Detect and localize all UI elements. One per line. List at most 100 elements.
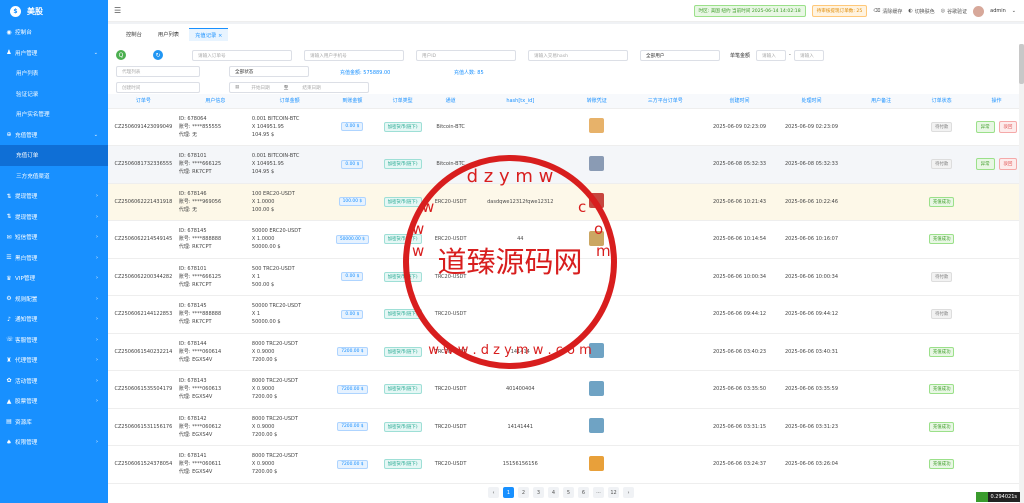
tab-recharge-records[interactable]: 充值记录 × [189, 27, 229, 41]
sidebar-item-8[interactable]: ⇅ 提现管理 › [0, 186, 108, 207]
chevron-down-icon[interactable]: ⌄ [1012, 8, 1016, 14]
reject-button[interactable]: 驳回 [998, 158, 1018, 171]
sidebar-item-10[interactable]: ✉ 短信管理 › [0, 227, 108, 248]
transfer-proof-image[interactable] [589, 418, 605, 434]
time-type-select[interactable]: 创建时间 [116, 82, 200, 93]
chevron-icon: › [96, 439, 98, 446]
date-range-picker[interactable]: ▦ 开始日期 至 结束日期 [229, 82, 369, 93]
order-rate: X 0.9000 [251, 386, 275, 393]
transfer-proof-image[interactable] [589, 118, 605, 134]
table-body: CZ2506091423099049 ID: 678064 账号: ****8555… [108, 108, 1024, 484]
hash-input[interactable]: 请输入交易hash [528, 50, 628, 61]
sidebar-item-11[interactable]: ☰ 黑白管理 › [0, 248, 108, 269]
sidebar-item-5[interactable]: ⊕ 充值管理 ⌄ [0, 125, 108, 146]
chevron-icon: › [96, 295, 98, 302]
sidebar-item-2[interactable]: 用户列表 [0, 63, 108, 84]
transfer-proof-image[interactable] [589, 343, 605, 359]
sidebar-item-17[interactable]: ✿ 活动管理 › [0, 371, 108, 392]
sidebar-item-14[interactable]: ♪ 通知管理 › [0, 309, 108, 330]
status-select[interactable]: 全部状态 [229, 66, 309, 77]
table-row[interactable]: CZ2506061535504179 ID: 678143 账号: ****0606… [108, 370, 1024, 409]
page-button[interactable]: 4 [548, 487, 559, 498]
order-no-input[interactable]: 请输入订单号 [192, 50, 292, 61]
page-button[interactable]: 3 [533, 487, 544, 498]
sidebar-item-13[interactable]: ⚙ 规则配置 › [0, 289, 108, 310]
pending-withdraw-pill[interactable]: 待审核提现订单数: 25 [811, 5, 868, 17]
user-id: ID: 678145 [178, 228, 207, 235]
reject-button[interactable]: 驳回 [998, 120, 1018, 133]
clear-cache-button[interactable]: ⌫ 清除缓存 [873, 8, 902, 15]
table-row[interactable]: CZ2506062214549145 ID: 678145 账号: ****8888… [108, 220, 1024, 259]
table-row[interactable]: CZ2506061531156176 ID: 678142 账号: ****0606… [108, 408, 1024, 446]
transfer-proof-image[interactable] [589, 193, 605, 209]
amount-max-input[interactable]: 请输入 [794, 50, 824, 61]
transfer-proof-image[interactable] [589, 455, 605, 471]
amount-min-input[interactable]: 请输入 [756, 50, 786, 61]
user-agent: 代理: 无 [178, 206, 198, 213]
sidebar-item-18[interactable]: ▲ 股票管理 › [0, 391, 108, 412]
table-row[interactable]: CZ2506081732336555 ID: 678101 账号: ****6661… [108, 145, 1024, 184]
transfer-proof-image[interactable] [589, 155, 605, 171]
menu-toggle-icon[interactable]: ☰ [114, 6, 121, 15]
sidebar-item-label: 控制台 [15, 30, 32, 37]
total-amount-stat: 充值金额: 575889.00 [340, 70, 391, 76]
page-button[interactable]: 2 [518, 487, 529, 498]
sidebar-item-20[interactable]: ♠ 权限管理 › [0, 432, 108, 453]
user-account-input[interactable]: 请输入用户手机号 [304, 50, 404, 61]
page-button[interactable]: 6 [578, 487, 589, 498]
user-agent: 代理: EGXS4V [178, 394, 213, 401]
scrollbar-thumb[interactable] [1019, 44, 1024, 84]
sidebar-item-0[interactable]: ◉ 控制台 [0, 22, 108, 43]
sidebar-item-19[interactable]: ▤ 资源库 [0, 412, 108, 433]
perf-time: 0.294021s [990, 494, 1017, 500]
avatar[interactable] [973, 5, 985, 17]
agent-select[interactable]: 代理列表 [116, 66, 200, 77]
sidebar-item-6[interactable]: 充值订单 [0, 145, 108, 166]
google-auth-button[interactable]: ◎ 谷歌验证 [941, 8, 967, 15]
sidebar-item-9[interactable]: ⇅ 提现管理 › [0, 207, 108, 228]
page-button[interactable]: 5 [563, 487, 574, 498]
chevron-icon: › [96, 336, 98, 343]
username[interactable]: admin [990, 8, 1006, 14]
page-button[interactable]: 12 [608, 487, 619, 498]
sidebar-item-15[interactable]: ☏ 客服管理 › [0, 330, 108, 351]
order-rate: X 1.0000 [251, 236, 275, 243]
abnormal-button[interactable]: 异常 [975, 120, 995, 133]
user-id-input[interactable]: 用户ID [416, 50, 516, 61]
sidebar-item-16[interactable]: ♜ 代理管理 › [0, 350, 108, 371]
table-row[interactable]: CZ2506062221431918 ID: 678146 账号: ****9690… [108, 183, 1024, 221]
tab-dashboard[interactable]: 控制台 [120, 28, 148, 41]
scrollbar-track[interactable] [1019, 44, 1024, 503]
sidebar-item-3[interactable]: 验证记录 [0, 84, 108, 105]
tab-user-list[interactable]: 用户列表 [152, 28, 185, 41]
agent-icon: ♜ [6, 356, 12, 364]
order-usd: 7200.00 $ [251, 356, 278, 363]
created-time: 2025-06-06 03:35:50 [712, 386, 767, 393]
order-usd: 50000.00 $ [251, 319, 281, 326]
user-type-select[interactable]: 全部用户 [640, 50, 720, 61]
switch-skin-button[interactable]: ◐ 切换肤色 [908, 8, 934, 15]
user-account: 账号: ****060611 [178, 461, 222, 468]
transfer-proof-image[interactable] [589, 230, 605, 246]
page-button[interactable]: ··· [593, 487, 604, 498]
sidebar-item-7[interactable]: 三方充值渠道 [0, 166, 108, 187]
abnormal-button[interactable]: 异常 [975, 158, 995, 171]
table-row[interactable]: CZ2506062200344282 ID: 678101 账号: ****6661… [108, 258, 1024, 296]
sidebar-item-12[interactable]: ♛ VIP管理 › [0, 268, 108, 289]
table-row[interactable]: CZ2506062144122853 ID: 678145 账号: ****8888… [108, 295, 1024, 334]
table-row[interactable]: CZ2506061540232214 ID: 678144 账号: ****0606… [108, 333, 1024, 371]
refresh-button[interactable]: ↻ [153, 50, 163, 60]
created-time: 2025-06-06 03:40:23 [712, 348, 767, 355]
sidebar-item-1[interactable]: ♟ 用户管理 ⌄ [0, 43, 108, 64]
chevron-icon: › [96, 254, 98, 261]
table-row[interactable]: CZ2506091423099049 ID: 678064 账号: ****8555… [108, 108, 1024, 146]
order-rate: X 0.9000 [251, 423, 275, 430]
transfer-proof-image[interactable] [589, 380, 605, 396]
sidebar-item-4[interactable]: 用户实名管理 [0, 104, 108, 125]
prev-page-button[interactable]: ‹ [488, 487, 499, 498]
order-rate: X 104951.95 [251, 123, 284, 130]
search-button[interactable]: Q [116, 50, 126, 60]
next-page-button[interactable]: › [623, 487, 634, 498]
page-button[interactable]: 1 [503, 487, 514, 498]
table-row[interactable]: CZ2506061524378054 ID: 678141 账号: ****0606… [108, 445, 1024, 484]
